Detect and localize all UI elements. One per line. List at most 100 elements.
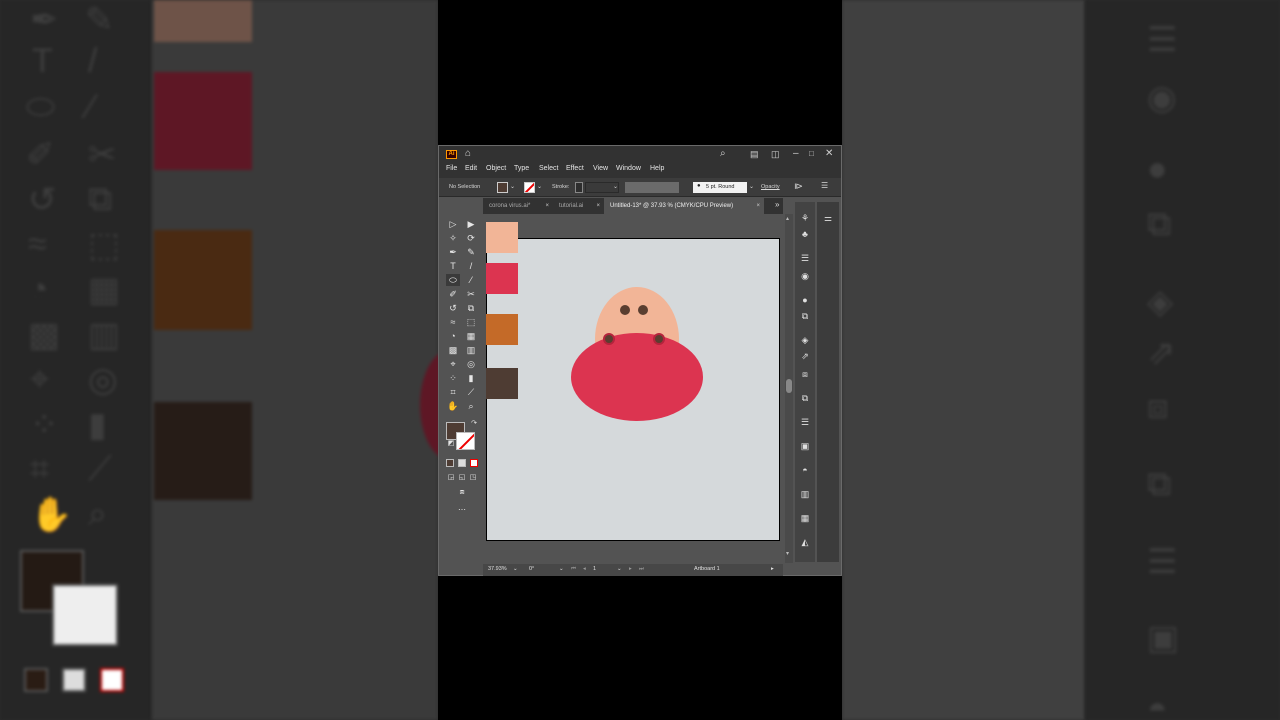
- opacity-link[interactable]: Opacity: [761, 184, 780, 190]
- chevron-down-icon[interactable]: ⌄: [537, 183, 542, 190]
- menu-effect[interactable]: Effect: [566, 165, 584, 172]
- artboard-number[interactable]: 1: [593, 566, 596, 572]
- search-icon[interactable]: ⌕: [720, 148, 726, 160]
- minimize-icon[interactable]: –: [793, 148, 799, 160]
- stroke-color-control[interactable]: [524, 182, 535, 193]
- properties-icon[interactable]: ☰: [799, 252, 811, 264]
- symbols-icon[interactable]: ♣: [799, 228, 811, 240]
- swatches-icon[interactable]: ▦: [799, 512, 811, 524]
- scale-tool-icon[interactable]: ⧉: [464, 302, 478, 314]
- chevron-down-icon[interactable]: ⌄: [749, 183, 754, 190]
- left-eye[interactable]: [620, 305, 630, 315]
- swap-fill-stroke-icon[interactable]: ↷: [467, 418, 481, 430]
- status-arrow-icon[interactable]: ▸: [771, 566, 774, 572]
- menu-window[interactable]: Window: [616, 165, 641, 172]
- artboard-tool-icon[interactable]: ⌗: [446, 386, 460, 398]
- layers-icon[interactable]: ◈: [799, 334, 811, 346]
- screen-mode-icon[interactable]: ⧈: [455, 486, 469, 498]
- lasso-icon[interactable]: ⟳: [464, 232, 478, 244]
- variable-width-profile[interactable]: [625, 182, 679, 193]
- eyedropper-tool-icon[interactable]: ⌖: [446, 358, 460, 370]
- gradient-tool-icon[interactable]: ▥: [464, 344, 478, 356]
- zoom-tool-icon[interactable]: ⌕: [464, 400, 478, 412]
- left-hand[interactable]: [605, 335, 613, 343]
- transparency-icon[interactable]: ◭: [799, 536, 811, 548]
- default-colors-icon[interactable]: ◩: [444, 438, 458, 450]
- free-transform-tool-icon[interactable]: ⬚: [464, 316, 478, 328]
- ellipse-tool-icon[interactable]: ⬭: [446, 274, 460, 286]
- last-artboard-icon[interactable]: ⏭: [639, 566, 644, 573]
- workspace-icon[interactable]: ◫: [771, 148, 780, 160]
- chevron-down-icon[interactable]: ⌄: [559, 566, 564, 572]
- tab-untitled-13[interactable]: Untitled-13* @ 37.93 % (CMYK/CPU Preview…: [604, 198, 764, 214]
- more-tabs-icon[interactable]: »: [775, 200, 779, 209]
- edit-toolbar-icon[interactable]: ⋯: [455, 504, 469, 516]
- menu-type[interactable]: Type: [514, 165, 529, 172]
- line-tool-icon[interactable]: /: [464, 260, 478, 272]
- stroke-swatch[interactable]: [456, 432, 475, 450]
- symbol-sprayer-tool-icon[interactable]: ⁘: [446, 372, 460, 384]
- orange-swatch[interactable]: [486, 314, 518, 345]
- draw-inside-icon[interactable]: ◳: [466, 472, 480, 484]
- chevron-down-icon[interactable]: ⌄: [513, 566, 518, 572]
- scroll-down-icon[interactable]: ▾: [786, 550, 789, 557]
- slice-tool-icon[interactable]: ⟋: [464, 386, 478, 398]
- chevron-down-icon[interactable]: ⌄: [510, 183, 515, 190]
- panel-menu-icon[interactable]: ☰: [821, 181, 828, 190]
- shape-builder-tool-icon[interactable]: ◔: [446, 330, 460, 342]
- arrange-documents-icon[interactable]: ▤: [750, 148, 759, 160]
- libraries-icon[interactable]: ▣: [799, 440, 811, 452]
- rotation-value[interactable]: 0°: [529, 566, 534, 572]
- graph-tool-icon[interactable]: ▮: [464, 372, 478, 384]
- body-ellipse[interactable]: [571, 333, 703, 421]
- first-artboard-icon[interactable]: ⏮: [571, 566, 576, 573]
- direct-selection-tool-icon[interactable]: ▷: [446, 218, 460, 230]
- right-eye[interactable]: [638, 305, 648, 315]
- vertical-scrollbar[interactable]: ▴ ▾: [785, 214, 793, 563]
- shaper-tool-icon[interactable]: ✐: [446, 288, 460, 300]
- scissors-tool-icon[interactable]: ✂: [464, 288, 478, 300]
- style-icon[interactable]: ⧐: [794, 181, 803, 192]
- scroll-up-icon[interactable]: ▴: [786, 215, 789, 222]
- close-icon[interactable]: ×: [545, 198, 549, 214]
- peach-swatch-bottom[interactable]: [486, 236, 518, 253]
- artboards-icon[interactable]: ⧈: [799, 368, 811, 380]
- none-mode-button[interactable]: [470, 459, 478, 467]
- chevron-down-icon[interactable]: ⌄: [613, 183, 618, 190]
- adjustments-icon[interactable]: ⚌: [822, 212, 834, 224]
- fill-color-control[interactable]: [497, 182, 508, 193]
- brushes-icon[interactable]: ●: [799, 294, 811, 306]
- appearance-icon[interactable]: ◉: [799, 270, 811, 282]
- artboard[interactable]: [486, 238, 780, 541]
- right-hand[interactable]: [655, 335, 663, 343]
- menu-view[interactable]: View: [593, 165, 608, 172]
- brown-swatch[interactable]: [486, 368, 518, 399]
- selection-tool-icon[interactable]: ▶: [464, 218, 478, 230]
- menu-help[interactable]: Help: [650, 165, 664, 172]
- zoom-level[interactable]: 37.93%: [488, 566, 507, 572]
- color-mode-button[interactable]: [446, 459, 454, 467]
- close-icon[interactable]: ×: [756, 198, 760, 214]
- scroll-thumb[interactable]: [786, 379, 792, 393]
- pen-tool-icon[interactable]: ✒: [446, 246, 460, 258]
- tab-corona-virus[interactable]: corona virus.ai* ×: [483, 198, 553, 214]
- menu-edit[interactable]: Edit: [465, 165, 477, 172]
- palette-icon[interactable]: ◓: [799, 464, 811, 476]
- paintbrush-tool-icon[interactable]: ⁄: [464, 274, 478, 286]
- pathfinder-icon[interactable]: ⧉: [799, 392, 811, 404]
- transform-icon[interactable]: ⧉: [799, 310, 811, 322]
- stroke-weight-stepper[interactable]: [575, 182, 583, 193]
- chevron-down-icon[interactable]: ⌄: [617, 566, 622, 572]
- type-tool-icon[interactable]: T: [446, 260, 460, 272]
- menu-object[interactable]: Object: [486, 165, 506, 172]
- rotate-tool-icon[interactable]: ↺: [446, 302, 460, 314]
- next-artboard-icon[interactable]: ▸: [629, 566, 632, 572]
- brush-definition[interactable]: ● 5 pt. Round: [693, 182, 747, 193]
- close-icon[interactable]: ×: [596, 198, 600, 214]
- home-icon[interactable]: ⌂: [465, 148, 471, 160]
- align-icon[interactable]: ☰: [799, 416, 811, 428]
- menu-select[interactable]: Select: [539, 165, 558, 172]
- magic-wand-icon[interactable]: ✧: [446, 232, 460, 244]
- canvas-area[interactable]: [483, 214, 783, 563]
- close-icon[interactable]: ✕: [825, 148, 833, 160]
